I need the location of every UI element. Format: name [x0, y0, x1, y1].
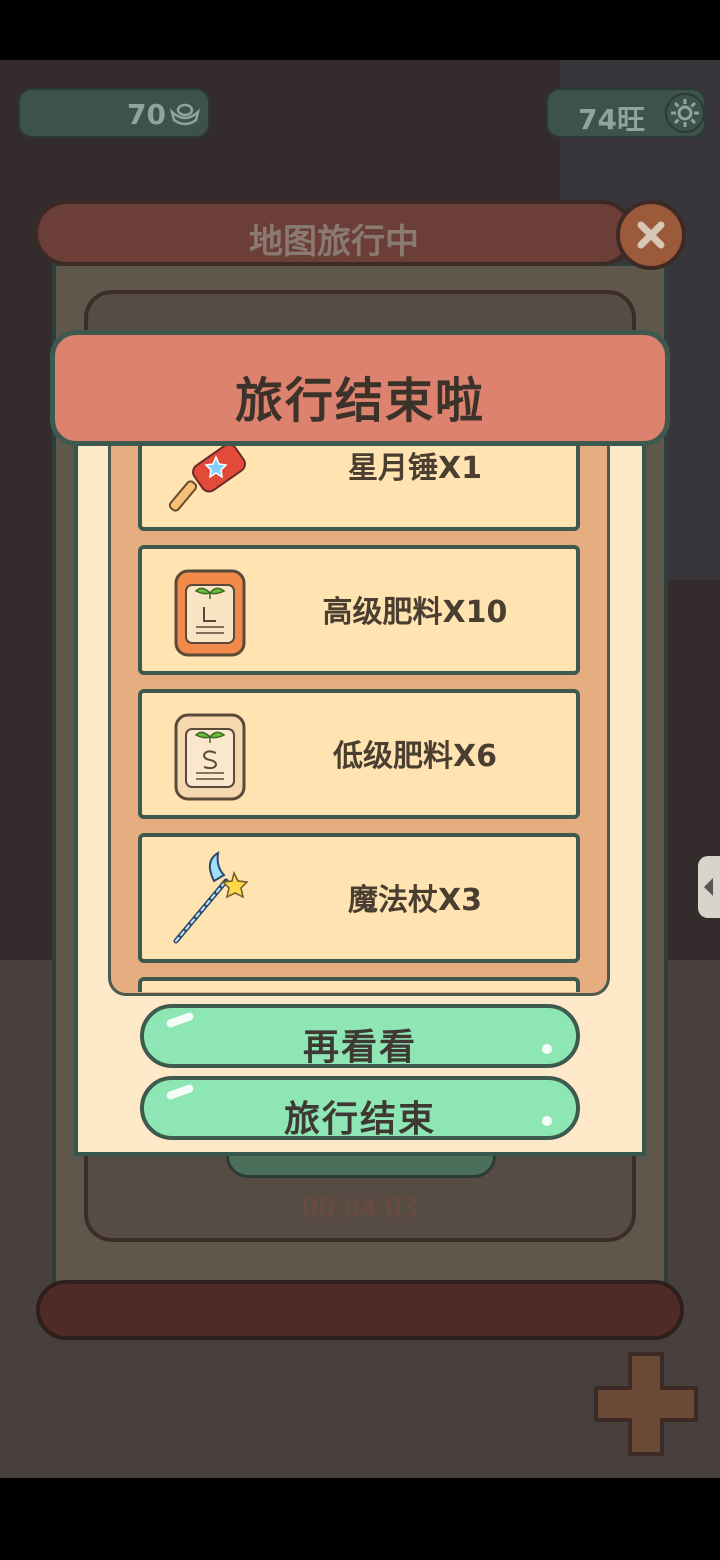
popup-title-banner: 旅行结束啦	[50, 330, 670, 446]
popup-title: 旅行结束啦	[234, 373, 485, 429]
close-button[interactable]	[616, 200, 686, 270]
item-name: 高级肥料X10	[322, 595, 508, 630]
look-again-button[interactable]: 再看看	[140, 1004, 580, 1068]
item-name: 魔法杖X3	[347, 883, 482, 918]
side-arrow-tab[interactable]	[698, 856, 720, 918]
star-moon-hammer-icon	[164, 440, 256, 515]
list-item: 魔法杖X3	[138, 833, 580, 963]
basic-fertilizer-bag-icon	[164, 707, 256, 803]
currency-counter: 70	[18, 88, 210, 138]
list-item	[138, 977, 580, 992]
travel-title-bar: 地图旅行中	[34, 200, 634, 266]
button-shine	[542, 1044, 552, 1054]
close-icon	[634, 218, 668, 256]
gear-icon[interactable]	[664, 92, 706, 134]
magic-wand-icon	[164, 851, 256, 947]
list-item: 星月锤X1	[138, 440, 580, 531]
travel-timer: 00:04:03	[301, 1194, 419, 1224]
travel-title: 地图旅行中	[249, 222, 419, 262]
look-again-label: 再看看	[302, 1027, 417, 1068]
premium-fertilizer-bag-icon	[164, 563, 256, 659]
list-item: 低级肥料X6	[138, 689, 580, 819]
currency-value: 70	[127, 98, 166, 131]
list-item: 高级肥料X10	[138, 545, 580, 675]
reward-list[interactable]: 星月锤X1 高级肥料X10 低级肥料X6 魔法杖X3	[110, 440, 608, 992]
end-travel-button[interactable]: 旅行结束	[140, 1076, 580, 1140]
dpad-icon[interactable]	[590, 1348, 702, 1464]
gold-ingot-icon	[169, 102, 201, 130]
item-name: 星月锤X1	[347, 451, 482, 486]
wang-value: 74旺	[578, 103, 645, 136]
button-shine	[542, 1116, 552, 1126]
travel-bottom-bar	[36, 1280, 684, 1340]
end-travel-label: 旅行结束	[283, 1099, 436, 1140]
item-name: 低级肥料X6	[332, 739, 497, 774]
